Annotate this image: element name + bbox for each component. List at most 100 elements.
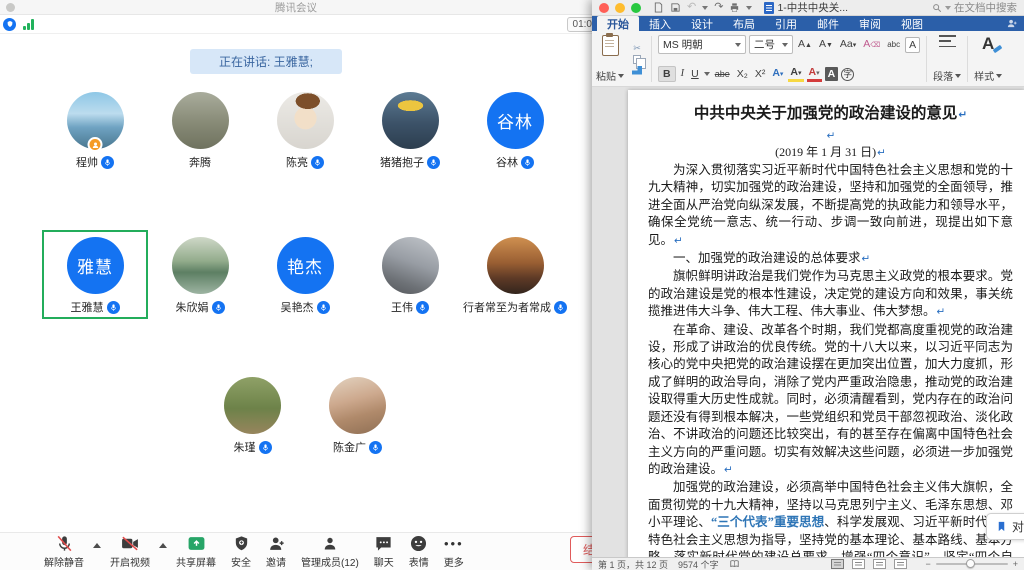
tab-8[interactable]: 视图 [891,16,933,31]
participant-tile[interactable]: 奔腾 [171,92,229,170]
web-layout-view-button[interactable] [852,559,865,569]
print-layout-view-button[interactable] [831,559,844,569]
participant-tile[interactable]: 陈金广 [329,377,387,455]
character-shading-button[interactable]: A [825,67,839,81]
font-color-button[interactable]: A▾ [807,67,822,82]
zoom-slider[interactable] [936,563,1008,565]
participant-tile[interactable]: 朱欣娟 [171,237,229,315]
shrink-font-button[interactable]: A▼ [817,37,835,53]
change-case-button[interactable]: Aa▾ [838,37,858,53]
participant-tile[interactable]: 艳杰吴艳杰 [276,237,334,315]
new-document-icon[interactable] [653,2,664,13]
font-name-select[interactable]: MS 明朝 [658,35,746,54]
styles-group[interactable]: A 样式 [974,34,1002,84]
close-icon[interactable] [599,3,609,13]
doc-hyperlink[interactable]: “三个代表”重要思想 [711,515,824,529]
font-group: MS 明朝 二号 A▲ A▼ Aa▾ A⌫ abc A B I U abe X₂… [658,34,920,84]
tab-4[interactable]: 布局 [723,16,765,31]
tab-6[interactable]: 邮件 [807,16,849,31]
zoom-in-button[interactable]: + [1013,559,1018,569]
zoom-window-icon[interactable] [631,3,641,13]
caret-up-icon[interactable] [93,543,101,548]
participant-tile[interactable]: 行者常至为者常成 [486,237,544,315]
tab-7[interactable]: 审阅 [849,16,891,31]
zoom-out-button[interactable]: − [925,559,930,569]
clear-formatting-button[interactable]: A⌫ [861,37,882,53]
tab-3[interactable]: 设计 [681,16,723,31]
phonetic-guide-button[interactable]: abc [885,38,902,52]
toolbar-options-caret-icon[interactable] [746,6,752,10]
paragraph-mark-icon: ↵ [958,109,967,121]
font-size-select[interactable]: 二号 [749,35,793,54]
paragraph-group[interactable]: 段落 [933,34,961,84]
outline-view-button[interactable] [873,559,886,569]
subscript-button[interactable]: X₂ [735,67,750,81]
highlight-button[interactable]: A▾ [788,67,803,82]
minimize-icon[interactable] [615,3,625,13]
grow-font-button[interactable]: A▲ [796,37,814,53]
start-video-button[interactable]: 开启视频 [110,534,150,569]
share-screen-icon [187,534,206,553]
tab-1[interactable]: 开始 [597,16,639,31]
ribbon-tabs: 开始插入设计布局引用邮件审阅视图 [592,16,1024,31]
cut-icon[interactable]: ✂ [633,44,641,53]
zoom-slider-knob[interactable] [966,559,975,568]
print-icon[interactable] [729,2,740,13]
participant-tile[interactable]: 猪猪抱子 [381,92,439,170]
copy-icon[interactable] [633,55,641,64]
chat-button[interactable]: 聊天 [374,534,394,569]
floating-translate-button[interactable]: 对 [986,513,1024,540]
text-effects-button[interactable]: A▾ [770,66,785,82]
paste-caret-icon[interactable] [618,74,624,78]
document-search[interactable]: 在文档中搜索 [932,0,1017,15]
undo-caret-icon[interactable] [702,6,708,10]
participant-tile[interactable]: 谷林谷林 [486,92,544,170]
participant-tile[interactable]: 朱瑾 [224,377,282,455]
share-screen-button[interactable]: 共享屏幕 [176,534,216,569]
avatar: 雅慧 [67,237,124,294]
proofing-icon[interactable] [729,559,740,569]
superscript-button[interactable]: X² [753,67,768,81]
underline-caret-icon[interactable] [704,72,710,76]
enclose-characters-button[interactable]: 字 [841,68,854,81]
paste-group[interactable]: 粘贴 [596,34,624,84]
security-button[interactable]: 安全 [231,534,251,569]
paragraph-caret-icon[interactable] [955,74,961,78]
share-collaborate-icon[interactable] [1006,16,1018,31]
document-page[interactable]: 中共中央关于加强党的政治建设的意见↵↵(2019 年 1 月 31 日)↵为深入… [628,90,1024,557]
underline-button[interactable]: U [689,67,701,81]
participant-tile[interactable]: 王伟 [381,237,439,315]
page-indicator[interactable]: 第 1 页，共 12 页 [598,558,668,570]
unmute-button[interactable]: 解除静音 [44,534,84,569]
participant-name: 行者常至为者常成 [463,299,551,315]
emoji-icon [409,534,428,553]
participant-name: 吴艳杰 [281,299,314,315]
styles-caret-icon[interactable] [996,74,1002,78]
emoji-button[interactable]: 表情 [409,534,429,569]
save-icon[interactable] [670,2,681,13]
caret-up-icon[interactable] [159,543,167,548]
draft-view-button[interactable] [894,559,907,569]
avatar [487,237,544,294]
bold-button[interactable]: B [658,66,676,82]
search-icon [932,3,942,13]
traffic-light-icon[interactable] [6,3,15,12]
participant-tile[interactable]: 雅慧王雅慧 [66,237,124,315]
participant-tile[interactable]: 陈亮 [276,92,334,170]
redo-icon[interactable]: ↷ [714,2,723,13]
mic-icon [369,441,382,454]
search-caret-icon[interactable] [945,6,951,10]
word-count[interactable]: 9574 个字 [678,558,719,570]
undo-icon[interactable]: ↶ [687,2,696,13]
character-border-button[interactable]: A [905,37,920,53]
meeting-toolbar: 解除静音开启视频共享屏幕安全邀请管理成员(12)聊天表情•••更多结束 [0,532,592,570]
strikethrough-button[interactable]: abe [713,67,732,81]
more-button[interactable]: •••更多 [444,534,464,569]
participant-tile[interactable]: 程帅 [66,92,124,170]
invite-button[interactable]: 邀请 [266,534,286,569]
italic-button[interactable]: I [679,67,687,81]
person-icon [321,534,339,553]
tab-2[interactable]: 插入 [639,16,681,31]
tab-5[interactable]: 引用 [765,16,807,31]
manage-members-button[interactable]: 管理成员(12) [301,534,359,569]
